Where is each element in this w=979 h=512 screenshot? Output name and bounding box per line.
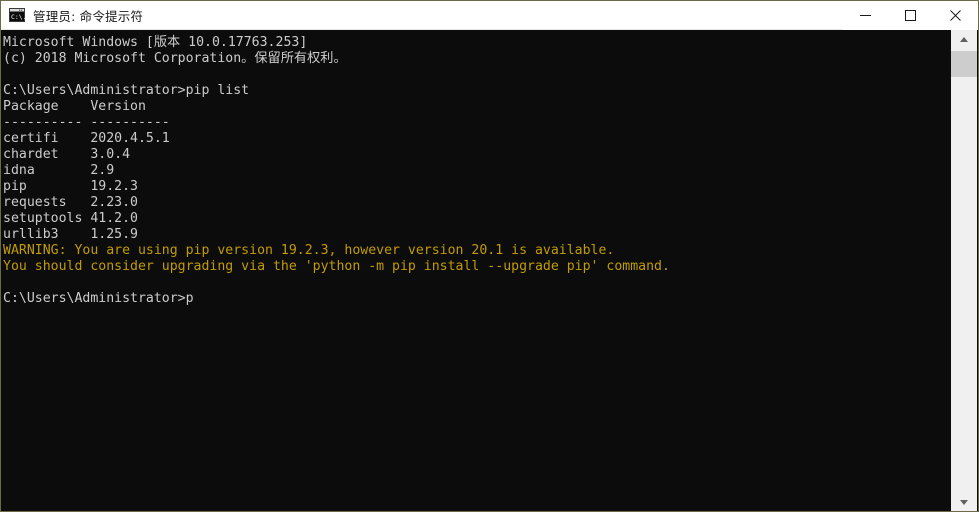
console-line: chardet 3.0.4 (3, 147, 131, 162)
console-line: Package Version (3, 99, 146, 114)
scroll-down-arrow-glyph (960, 499, 968, 505)
scroll-down-icon[interactable] (951, 493, 977, 511)
console-line: WARNING: You are using pip version 19.2.… (3, 243, 615, 258)
minimize-button[interactable] (843, 1, 888, 30)
command-prompt-window: C:\. 管理员: 命令提示符 Microsoft Windows [版本 10… (0, 0, 979, 512)
console-line: ---------- ---------- (3, 115, 170, 130)
scroll-up-arrow-glyph (960, 36, 968, 42)
svg-text:C:\.: C:\. (11, 13, 25, 21)
window-controls (843, 1, 978, 30)
console-line: You should consider upgrading via the 'p… (3, 259, 670, 274)
vertical-scrollbar[interactable] (950, 30, 977, 511)
console-line: certifi 2020.4.5.1 (3, 131, 170, 146)
console-line: requests 2.23.0 (3, 195, 138, 210)
console-line: urllib3 1.25.9 (3, 227, 138, 242)
console-line: C:\Users\Administrator>p (3, 291, 194, 306)
scrollbar-thumb[interactable] (951, 51, 977, 77)
scroll-up-icon[interactable] (951, 30, 977, 48)
console-line: (c) 2018 Microsoft Corporation。保留所有权利。 (3, 51, 347, 66)
maximize-button[interactable] (888, 1, 933, 30)
console-line: Microsoft Windows [版本 10.0.17763.253] (3, 35, 308, 50)
console-line: setuptools 41.2.0 (3, 211, 138, 226)
console-output[interactable]: Microsoft Windows [版本 10.0.17763.253] (c)… (2, 30, 951, 511)
console-line: idna 2.9 (3, 163, 115, 178)
command-prompt-icon[interactable]: C:\. (9, 7, 26, 23)
console-line: C:\Users\Administrator>pip list (3, 83, 250, 98)
title-bar[interactable]: C:\. 管理员: 命令提示符 (1, 1, 978, 30)
console-line: pip 19.2.3 (3, 179, 138, 194)
close-button[interactable] (933, 1, 978, 30)
window-title: 管理员: 命令提示符 (33, 8, 144, 24)
